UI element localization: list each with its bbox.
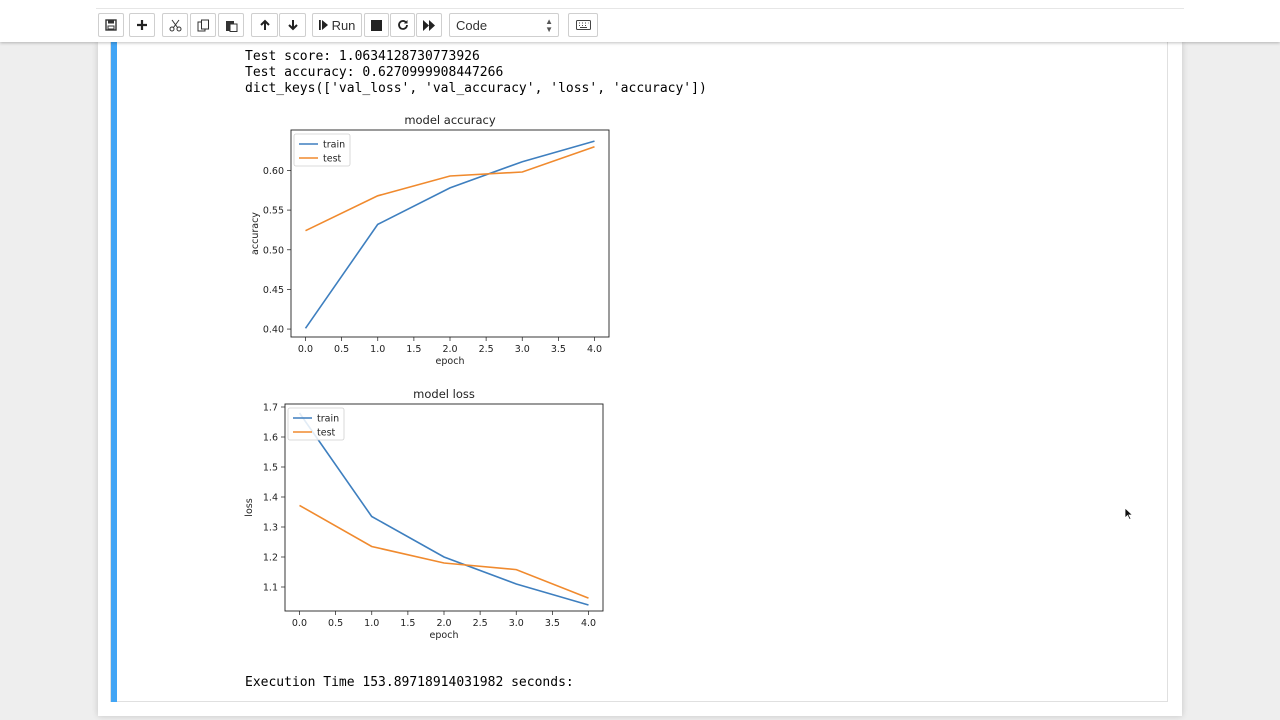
code-cell[interactable]: Test score: 1.0634128730773926 Test accu…	[110, 42, 1168, 702]
output-test-accuracy: Test accuracy: 0.6270999908447266	[245, 65, 504, 80]
x-tick-label: 2.5	[479, 344, 494, 355]
y-tick-label: 0.60	[263, 166, 284, 177]
notebook-toolbar: Run Code ▲ ▼	[0, 0, 1280, 42]
fast-forward-icon	[422, 19, 436, 31]
y-tick-label: 1.1	[263, 583, 278, 594]
y-tick-label: 1.2	[263, 553, 278, 564]
x-axis-label: epoch	[436, 356, 465, 367]
x-tick-label: 0.0	[298, 344, 313, 355]
output-execution-time: Execution Time 153.89718914031982 second…	[245, 675, 574, 690]
notebook-container: Test score: 1.0634128730773926 Test accu…	[98, 42, 1182, 716]
restart-run-all-button[interactable]	[416, 13, 442, 37]
y-tick-label: 1.3	[263, 523, 278, 534]
y-tick-label: 0.55	[263, 206, 284, 217]
run-icon	[318, 20, 328, 30]
paste-button[interactable]	[218, 13, 244, 37]
y-tick-label: 1.5	[263, 463, 278, 474]
plus-icon	[136, 19, 148, 31]
keyboard-icon	[575, 20, 591, 30]
x-tick-label: 1.0	[370, 344, 385, 355]
accuracy-chart: model accuracy 0.0 0.5 1.0 1.5 2.0 2.5 3.0 3.5 4.…	[250, 113, 610, 367]
run-label: Run	[331, 17, 356, 33]
restart-button[interactable]	[390, 13, 415, 37]
mouse-cursor-icon	[1124, 507, 1134, 526]
output-dict-keys: dict_keys(['val_loss', 'val_accuracy', '…	[245, 81, 707, 96]
copy-icon	[197, 19, 210, 32]
command-palette-button[interactable]	[568, 13, 598, 37]
arrow-down-icon	[287, 19, 299, 31]
legend-label-test: test	[323, 154, 342, 165]
legend-label-test: test	[317, 428, 336, 439]
stop-icon	[371, 19, 382, 31]
x-tick-label: 1.5	[400, 618, 415, 629]
paste-icon	[225, 19, 238, 32]
y-axis-label: loss	[244, 498, 255, 516]
chart-title: model accuracy	[404, 113, 496, 127]
series-line-train	[298, 412, 589, 606]
y-tick-label: 1.7	[263, 403, 278, 414]
interrupt-button[interactable]	[364, 13, 389, 37]
chart-title: model loss	[413, 387, 475, 401]
save-button[interactable]	[98, 13, 124, 37]
y-tick-label: 0.45	[263, 285, 284, 296]
x-tick-label: 3.0	[515, 344, 530, 355]
insert-cell-button[interactable]	[129, 13, 155, 37]
cell-type-select[interactable]: Code ▲ ▼	[449, 13, 559, 37]
output-test-score: Test score: 1.0634128730773926	[245, 49, 480, 64]
y-tick-label: 0.40	[263, 325, 284, 336]
cut-button[interactable]	[162, 13, 188, 37]
run-button[interactable]: Run	[312, 13, 362, 37]
series-line-test	[299, 504, 589, 599]
x-tick-label: 4.0	[587, 344, 602, 355]
move-up-button[interactable]	[251, 13, 278, 37]
x-tick-label: 3.5	[551, 344, 566, 355]
x-tick-label: 2.0	[442, 344, 457, 355]
cell-type-value: Code	[456, 17, 488, 33]
cell-selection-bar	[111, 42, 117, 702]
cut-icon	[169, 19, 182, 32]
x-tick-label: 0.0	[292, 618, 307, 629]
menu-strip	[96, 0, 1184, 9]
copy-button[interactable]	[190, 13, 216, 37]
arrow-up-icon	[259, 19, 271, 31]
y-axis-label: accuracy	[250, 212, 261, 255]
x-tick-label: 2.5	[473, 618, 488, 629]
legend-label-train: train	[317, 414, 339, 425]
x-tick-label: 4.0	[581, 618, 596, 629]
x-tick-label: 3.5	[545, 618, 560, 629]
x-tick-label: 2.0	[436, 618, 451, 629]
y-tick-label: 0.50	[263, 245, 284, 256]
x-tick-label: 0.5	[334, 344, 349, 355]
x-axis-label: epoch	[430, 630, 459, 641]
move-down-button[interactable]	[279, 13, 306, 37]
legend-label-train: train	[323, 140, 345, 151]
x-tick-label: 1.0	[364, 618, 379, 629]
y-tick-label: 1.4	[263, 493, 278, 504]
x-tick-label: 3.0	[509, 618, 524, 629]
restart-icon	[397, 19, 409, 31]
x-tick-label: 0.5	[328, 618, 343, 629]
select-arrows-icon: ▲ ▼	[545, 17, 553, 34]
y-tick-label: 1.6	[263, 433, 278, 444]
loss-chart: model loss 0.0 0.5 1.0 1.5 2.0 2.5 3.0 3.5 4.0 1.1…	[244, 387, 604, 641]
series-line-train	[304, 140, 595, 329]
x-tick-label: 1.5	[406, 344, 421, 355]
save-icon	[105, 19, 117, 31]
